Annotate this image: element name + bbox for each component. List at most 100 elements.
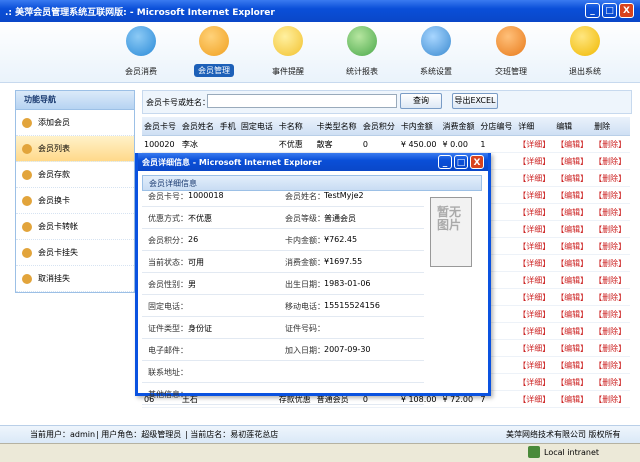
field-label: 联系地址： <box>148 368 188 377</box>
toolbar-system-settings[interactable]: 系统设置 <box>406 26 466 80</box>
field-label: 消费金额： <box>285 258 325 267</box>
delete-link[interactable]: 【删除】 <box>592 186 630 204</box>
detail-link[interactable]: 【详细】 <box>516 305 555 323</box>
delete-link[interactable]: 【删除】 <box>592 305 630 323</box>
row-divider <box>142 272 424 273</box>
detail-link[interactable]: 【详细】 <box>516 288 555 306</box>
toolbar-member-manage[interactable]: 会员管理 <box>184 26 244 80</box>
delete-link[interactable]: 【删除】 <box>592 203 630 221</box>
detail-link[interactable]: 【详细】 <box>516 254 555 272</box>
sidebar-item-cancel-loss[interactable]: 取消挂失 <box>16 266 134 292</box>
toolbar-shift-manage[interactable]: 交班管理 <box>481 26 541 80</box>
field-label: 移动电话： <box>285 302 325 311</box>
edit-link[interactable]: 【编辑】 <box>554 373 593 391</box>
column-header: 消费金额 <box>440 117 479 136</box>
maximize-button[interactable]: □ <box>602 3 617 18</box>
edit-link[interactable]: 【编辑】 <box>554 254 593 272</box>
detail-link[interactable]: 【详细】 <box>516 220 555 238</box>
member-photo: 暂无图片 <box>430 197 472 267</box>
member-detail-dialog: 会员详细信息 - Microsoft Internet Explorer _ □… <box>135 153 491 405</box>
edit-link[interactable]: 【编辑】 <box>554 203 593 221</box>
shift-manage-icon <box>496 26 526 56</box>
edit-link[interactable]: 【编辑】 <box>554 390 593 408</box>
edit-link[interactable]: 【编辑】 <box>554 237 593 255</box>
delete-link[interactable]: 【删除】 <box>592 135 630 153</box>
column-header: 会员卡号 <box>142 117 180 136</box>
delete-link[interactable]: 【删除】 <box>592 152 630 170</box>
sidebar-item-add-member[interactable]: 添加会员 <box>16 110 134 136</box>
detail-link[interactable]: 【详细】 <box>516 186 555 204</box>
field-value: 不优惠 <box>188 214 212 223</box>
toolbar-statistics[interactable]: 统计报表 <box>332 26 392 80</box>
detail-link[interactable]: 【详细】 <box>516 356 555 374</box>
member-manage-icon <box>199 26 229 56</box>
sidebar-item-label: 会员存款 <box>38 170 70 179</box>
delete-link[interactable]: 【删除】 <box>592 339 630 357</box>
event-remind-icon <box>273 26 303 56</box>
toolbar-event-remind[interactable]: 事件提醒 <box>258 26 318 80</box>
detail-link[interactable]: 【详细】 <box>516 373 555 391</box>
delete-link[interactable]: 【删除】 <box>592 373 630 391</box>
export-excel-button[interactable]: 导出EXCEL <box>452 93 498 109</box>
delete-link[interactable]: 【删除】 <box>592 220 630 238</box>
row-divider <box>142 404 424 405</box>
sidebar-item-change-card[interactable]: 会员换卡 <box>16 188 134 214</box>
dialog-maximize-button[interactable]: □ <box>454 155 468 169</box>
sidebar-item-deposit[interactable]: 会员存款 <box>16 162 134 188</box>
sidebar-item-card-transfer[interactable]: 会员卡转帐 <box>16 214 134 240</box>
no-photo-text: 暂无图片 <box>437 205 462 232</box>
minimize-button[interactable]: _ <box>585 3 600 18</box>
delete-link[interactable]: 【删除】 <box>592 356 630 374</box>
toolbar-exit[interactable]: 退出系统 <box>555 26 615 80</box>
dialog-subtitle: 会员详细信息 <box>142 175 482 191</box>
detail-link[interactable]: 【详细】 <box>516 169 555 187</box>
statistics-icon <box>347 26 377 56</box>
detail-link[interactable]: 【详细】 <box>516 237 555 255</box>
edit-link[interactable]: 【编辑】 <box>554 152 593 170</box>
detail-link[interactable]: 【详细】 <box>516 390 555 408</box>
edit-link[interactable]: 【编辑】 <box>554 322 593 340</box>
column-header: 卡名称 <box>276 117 315 136</box>
detail-link[interactable]: 【详细】 <box>516 271 555 289</box>
edit-link[interactable]: 【编辑】 <box>554 169 593 187</box>
edit-link[interactable]: 【编辑】 <box>554 271 593 289</box>
delete-link[interactable]: 【删除】 <box>592 288 630 306</box>
sidebar-item-label: 添加会员 <box>38 118 70 127</box>
field-value: 1983-01-06 <box>324 279 371 288</box>
edit-link[interactable]: 【编辑】 <box>554 305 593 323</box>
field-label: 加入日期： <box>285 346 325 355</box>
delete-link[interactable]: 【删除】 <box>592 237 630 255</box>
detail-link[interactable]: 【详细】 <box>516 339 555 357</box>
zone-label: Local intranet <box>544 448 600 457</box>
detail-link[interactable]: 【详细】 <box>516 152 555 170</box>
delete-link[interactable]: 【删除】 <box>592 322 630 340</box>
search-input[interactable] <box>207 94 397 108</box>
delete-link[interactable]: 【删除】 <box>592 390 630 408</box>
sidebar-item-member-list[interactable]: 会员列表 <box>16 136 134 162</box>
column-header: 编辑 <box>554 117 593 136</box>
edit-link[interactable]: 【编辑】 <box>554 220 593 238</box>
edit-link[interactable]: 【编辑】 <box>554 339 593 357</box>
table-header-row: 会员卡号 会员姓名 手机 固定电话 卡名称 卡类型名称 会员积分 卡内金额 消费金额 分店编号 详细… <box>142 117 630 136</box>
detail-link[interactable]: 【详细】 <box>516 203 555 221</box>
detail-link[interactable]: 【详细】 <box>516 135 555 153</box>
field-value: 普通会员 <box>324 214 356 223</box>
toolbar-member-consume[interactable]: 会员消费 <box>111 26 171 80</box>
dialog-minimize-button[interactable]: _ <box>438 155 452 169</box>
sidebar-item-report-loss[interactable]: 会员卡挂失 <box>16 240 134 266</box>
user-list-icon <box>22 143 32 154</box>
search-label: 会员卡号或姓名： <box>146 98 210 107</box>
close-button[interactable]: X <box>619 3 634 18</box>
edit-link[interactable]: 【编辑】 <box>554 288 593 306</box>
dialog-close-button[interactable]: X <box>470 155 484 169</box>
edit-link[interactable]: 【编辑】 <box>554 356 593 374</box>
edit-link[interactable]: 【编辑】 <box>554 135 593 153</box>
delete-link[interactable]: 【删除】 <box>592 271 630 289</box>
field-value: 15515524156 <box>324 301 380 310</box>
delete-link[interactable]: 【删除】 <box>592 254 630 272</box>
query-button[interactable]: 查询 <box>400 93 442 109</box>
sidebar-item-label: 会员列表 <box>38 144 70 153</box>
delete-link[interactable]: 【删除】 <box>592 169 630 187</box>
detail-link[interactable]: 【详细】 <box>516 322 555 340</box>
edit-link[interactable]: 【编辑】 <box>554 186 593 204</box>
